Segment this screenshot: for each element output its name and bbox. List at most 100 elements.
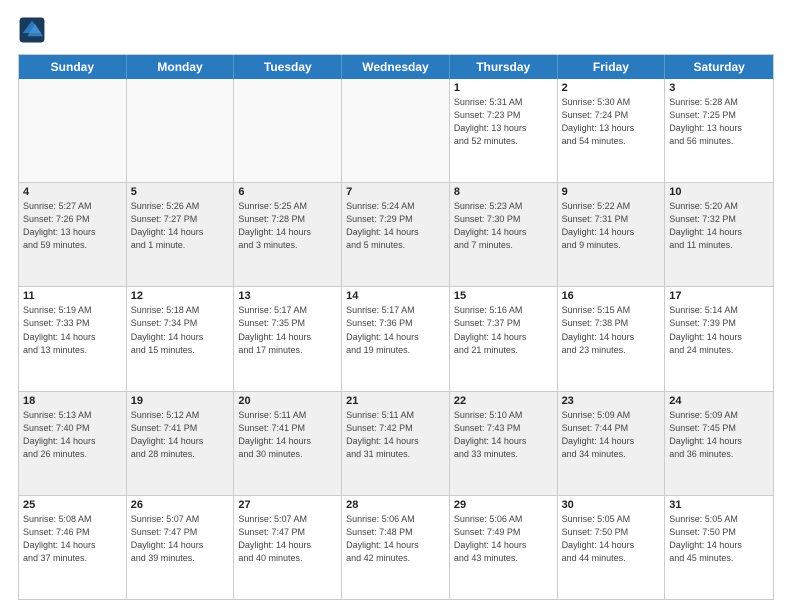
- day-info: Sunrise: 5:09 AM Sunset: 7:44 PM Dayligh…: [562, 409, 661, 461]
- day-number: 7: [346, 186, 445, 198]
- day-info: Sunrise: 5:28 AM Sunset: 7:25 PM Dayligh…: [669, 96, 769, 148]
- header-day-sunday: Sunday: [19, 55, 127, 79]
- header-day-tuesday: Tuesday: [234, 55, 342, 79]
- day-cell-21: 21Sunrise: 5:11 AM Sunset: 7:42 PM Dayli…: [342, 392, 450, 495]
- day-number: 8: [454, 186, 553, 198]
- empty-cell: [19, 79, 127, 182]
- day-info: Sunrise: 5:20 AM Sunset: 7:32 PM Dayligh…: [669, 200, 769, 252]
- day-cell-19: 19Sunrise: 5:12 AM Sunset: 7:41 PM Dayli…: [127, 392, 235, 495]
- header: [18, 16, 774, 44]
- day-number: 6: [238, 186, 337, 198]
- day-info: Sunrise: 5:09 AM Sunset: 7:45 PM Dayligh…: [669, 409, 769, 461]
- day-info: Sunrise: 5:16 AM Sunset: 7:37 PM Dayligh…: [454, 304, 553, 356]
- empty-cell: [127, 79, 235, 182]
- day-info: Sunrise: 5:19 AM Sunset: 7:33 PM Dayligh…: [23, 304, 122, 356]
- day-cell-25: 25 Sunrise: 5:08 AM Sunset: 7:46 PM Dayli…: [19, 496, 127, 599]
- day-cell-3: 3 Sunrise: 5:28 AM Sunset: 7:25 PM Daylig…: [665, 79, 773, 182]
- day-cell-1: 1 Sunrise: 5:31 AM Sunset: 7:23 PM Daylig…: [450, 79, 558, 182]
- header-day-thursday: Thursday: [450, 55, 558, 79]
- week-row-3: 11 Sunrise: 5:19 AM Sunset: 7:33 PM Dayli…: [19, 286, 773, 390]
- day-cell-14: 14 Sunrise: 5:17 AM Sunset: 7:36 PM Dayli…: [342, 287, 450, 390]
- day-cell-8: 8 Sunrise: 5:23 AM Sunset: 7:30 PM Daylig…: [450, 183, 558, 286]
- day-info: Sunrise: 5:14 AM Sunset: 7:39 PM Dayligh…: [669, 304, 769, 356]
- header-day-saturday: Saturday: [665, 55, 773, 79]
- day-number: 14: [346, 290, 445, 302]
- day-number: 1: [454, 82, 553, 94]
- logo: [18, 16, 50, 44]
- day-number: 27: [238, 499, 337, 511]
- empty-cell: [234, 79, 342, 182]
- day-number: 29: [454, 499, 553, 511]
- day-cell-30: 30 Sunrise: 5:05 AM Sunset: 7:50 PM Dayli…: [558, 496, 666, 599]
- calendar: SundayMondayTuesdayWednesdayThursdayFrid…: [18, 54, 774, 600]
- day-number: 3: [669, 82, 769, 94]
- day-info: Sunrise: 5:08 AM Sunset: 7:46 PM Dayligh…: [23, 513, 122, 565]
- day-cell-2: 2 Sunrise: 5:30 AM Sunset: 7:24 PM Daylig…: [558, 79, 666, 182]
- day-number: 22: [454, 395, 553, 407]
- day-info: Sunrise: 5:06 AM Sunset: 7:48 PM Dayligh…: [346, 513, 445, 565]
- day-cell-31: 31 Sunrise: 5:05 AM Sunset: 7:50 PM Dayli…: [665, 496, 773, 599]
- day-cell-12: 12 Sunrise: 5:18 AM Sunset: 7:34 PM Dayli…: [127, 287, 235, 390]
- day-cell-9: 9 Sunrise: 5:22 AM Sunset: 7:31 PM Daylig…: [558, 183, 666, 286]
- day-number: 18: [23, 395, 122, 407]
- day-info: Sunrise: 5:06 AM Sunset: 7:49 PM Dayligh…: [454, 513, 553, 565]
- calendar-header: SundayMondayTuesdayWednesdayThursdayFrid…: [19, 55, 773, 79]
- day-info: Sunrise: 5:22 AM Sunset: 7:31 PM Dayligh…: [562, 200, 661, 252]
- day-number: 28: [346, 499, 445, 511]
- day-cell-17: 17 Sunrise: 5:14 AM Sunset: 7:39 PM Dayli…: [665, 287, 773, 390]
- day-number: 17: [669, 290, 769, 302]
- day-info: Sunrise: 5:10 AM Sunset: 7:43 PM Dayligh…: [454, 409, 553, 461]
- day-info: Sunrise: 5:30 AM Sunset: 7:24 PM Dayligh…: [562, 96, 661, 148]
- day-cell-29: 29 Sunrise: 5:06 AM Sunset: 7:49 PM Dayli…: [450, 496, 558, 599]
- day-info: Sunrise: 5:17 AM Sunset: 7:36 PM Dayligh…: [346, 304, 445, 356]
- day-cell-11: 11 Sunrise: 5:19 AM Sunset: 7:33 PM Dayli…: [19, 287, 127, 390]
- logo-icon: [18, 16, 46, 44]
- day-info: Sunrise: 5:31 AM Sunset: 7:23 PM Dayligh…: [454, 96, 553, 148]
- page: SundayMondayTuesdayWednesdayThursdayFrid…: [0, 0, 792, 612]
- day-number: 2: [562, 82, 661, 94]
- day-info: Sunrise: 5:23 AM Sunset: 7:30 PM Dayligh…: [454, 200, 553, 252]
- day-cell-27: 27 Sunrise: 5:07 AM Sunset: 7:47 PM Dayli…: [234, 496, 342, 599]
- day-cell-18: 18 Sunrise: 5:13 AM Sunset: 7:40 PM Dayli…: [19, 392, 127, 495]
- day-cell-26: 26Sunrise: 5:07 AM Sunset: 7:47 PM Dayli…: [127, 496, 235, 599]
- day-number: 11: [23, 290, 122, 302]
- day-info: Sunrise: 5:05 AM Sunset: 7:50 PM Dayligh…: [562, 513, 661, 565]
- day-cell-15: 15Sunrise: 5:16 AM Sunset: 7:37 PM Dayli…: [450, 287, 558, 390]
- header-day-wednesday: Wednesday: [342, 55, 450, 79]
- empty-cell: [342, 79, 450, 182]
- day-info: Sunrise: 5:07 AM Sunset: 7:47 PM Dayligh…: [238, 513, 337, 565]
- day-info: Sunrise: 5:13 AM Sunset: 7:40 PM Dayligh…: [23, 409, 122, 461]
- day-number: 23: [562, 395, 661, 407]
- calendar-body: 1 Sunrise: 5:31 AM Sunset: 7:23 PM Daylig…: [19, 79, 773, 599]
- day-info: Sunrise: 5:18 AM Sunset: 7:34 PM Dayligh…: [131, 304, 230, 356]
- day-number: 24: [669, 395, 769, 407]
- day-number: 20: [238, 395, 337, 407]
- day-cell-24: 24 Sunrise: 5:09 AM Sunset: 7:45 PM Dayli…: [665, 392, 773, 495]
- week-row-1: 1 Sunrise: 5:31 AM Sunset: 7:23 PM Daylig…: [19, 79, 773, 182]
- day-number: 9: [562, 186, 661, 198]
- day-number: 25: [23, 499, 122, 511]
- day-info: Sunrise: 5:05 AM Sunset: 7:50 PM Dayligh…: [669, 513, 769, 565]
- day-info: Sunrise: 5:12 AM Sunset: 7:41 PM Dayligh…: [131, 409, 230, 461]
- day-info: Sunrise: 5:17 AM Sunset: 7:35 PM Dayligh…: [238, 304, 337, 356]
- day-number: 30: [562, 499, 661, 511]
- day-number: 5: [131, 186, 230, 198]
- day-info: Sunrise: 5:11 AM Sunset: 7:42 PM Dayligh…: [346, 409, 445, 461]
- day-info: Sunrise: 5:27 AM Sunset: 7:26 PM Dayligh…: [23, 200, 122, 252]
- day-number: 4: [23, 186, 122, 198]
- day-number: 12: [131, 290, 230, 302]
- day-number: 16: [562, 290, 661, 302]
- header-day-monday: Monday: [127, 55, 235, 79]
- week-row-5: 25 Sunrise: 5:08 AM Sunset: 7:46 PM Dayli…: [19, 495, 773, 599]
- week-row-4: 18 Sunrise: 5:13 AM Sunset: 7:40 PM Dayli…: [19, 391, 773, 495]
- day-cell-4: 4 Sunrise: 5:27 AM Sunset: 7:26 PM Daylig…: [19, 183, 127, 286]
- day-number: 31: [669, 499, 769, 511]
- day-cell-5: 5 Sunrise: 5:26 AM Sunset: 7:27 PM Daylig…: [127, 183, 235, 286]
- day-number: 10: [669, 186, 769, 198]
- day-cell-10: 10 Sunrise: 5:20 AM Sunset: 7:32 PM Dayli…: [665, 183, 773, 286]
- day-cell-16: 16Sunrise: 5:15 AM Sunset: 7:38 PM Dayli…: [558, 287, 666, 390]
- day-info: Sunrise: 5:07 AM Sunset: 7:47 PM Dayligh…: [131, 513, 230, 565]
- week-row-2: 4 Sunrise: 5:27 AM Sunset: 7:26 PM Daylig…: [19, 182, 773, 286]
- day-cell-28: 28 Sunrise: 5:06 AM Sunset: 7:48 PM Dayli…: [342, 496, 450, 599]
- day-info: Sunrise: 5:26 AM Sunset: 7:27 PM Dayligh…: [131, 200, 230, 252]
